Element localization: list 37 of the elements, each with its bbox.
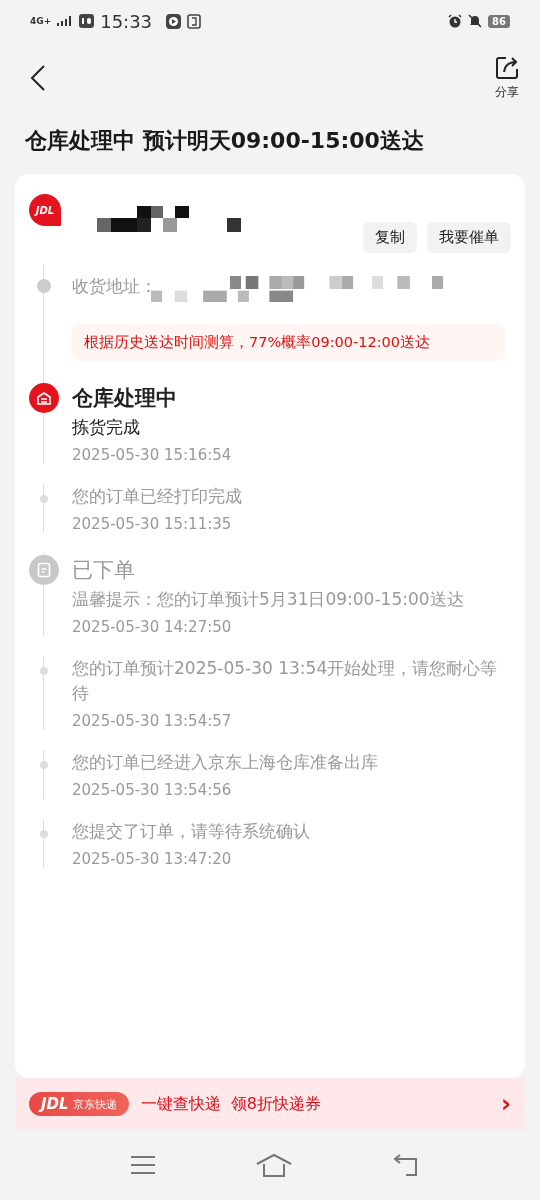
- alarm-icon: [448, 14, 463, 28]
- menu-button[interactable]: [130, 1155, 156, 1175]
- document-icon: [187, 13, 202, 29]
- event-time: 2025-05-30 13:47:20: [72, 850, 233, 868]
- share-icon: [494, 55, 520, 81]
- event-text: 您提交了订单，请等待系统确认: [72, 820, 311, 843]
- promo-banner[interactable]: JDL 京东快递 一键查快递 领8折快递券 ›: [15, 1078, 525, 1130]
- network-label: 4G+: [30, 16, 52, 26]
- delivery-estimate: 根据历史送达时间测算，77%概率09:00-12:00送达: [72, 324, 505, 361]
- event-time: 2025-05-30 13:54:57: [72, 712, 233, 730]
- event-time: 2025-05-30 14:27:50: [72, 618, 233, 636]
- courier-logo: JDL: [29, 194, 61, 226]
- event-text: 拣货完成: [72, 416, 141, 439]
- back-nav-button[interactable]: [392, 1154, 420, 1176]
- signal-icon: [57, 16, 74, 26]
- share-button[interactable]: 分享: [494, 55, 520, 101]
- event-text: 您的订单已经打印完成: [72, 485, 243, 508]
- stage-title: 仓库处理中: [72, 385, 178, 412]
- action-button[interactable]: 我要催单: [427, 222, 511, 253]
- page-title: 仓库处理中 预计明天09:00-15:00送达: [25, 127, 425, 155]
- clock-time: 15:33: [100, 10, 153, 32]
- event-time: 2025-05-30 13:54:56: [72, 781, 233, 799]
- event-text: 您的订单预计2025-05-30 13:54开始处理，请您耐心等待: [72, 657, 499, 705]
- home-button[interactable]: [256, 1153, 292, 1177]
- mute-icon: [468, 14, 483, 28]
- battery-level: 86: [488, 14, 510, 28]
- courier-badge: JDL 京东快递: [29, 1092, 129, 1116]
- event-text: 温馨提示：您的订单预计5月31日09:00-15:00送达: [72, 588, 465, 611]
- event-time: 2025-05-30 15:11:35: [72, 515, 233, 533]
- event-text: 您的订单已经进入京东上海仓库准备出库: [72, 751, 379, 774]
- hd-icon: [79, 14, 95, 28]
- event-time: 2025-05-30 15:16:54: [72, 446, 233, 464]
- timeline-dot: [37, 279, 51, 293]
- action-button[interactable]: 复制: [363, 222, 417, 253]
- play-icon: [166, 13, 182, 29]
- stage-title: 已下单: [72, 557, 136, 584]
- address-label: 收货地址：: [72, 275, 157, 298]
